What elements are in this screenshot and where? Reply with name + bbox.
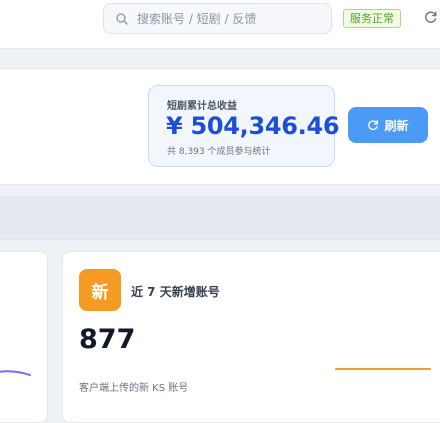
new-accounts-title: 近 7 天新增账号 <box>131 285 220 299</box>
stat-card-partial <box>0 251 48 423</box>
refresh-icon <box>368 120 379 131</box>
earnings-label: 短剧累计总收益 <box>167 101 237 112</box>
new-accounts-card: 新 近 7 天新增账号 877 客户端上传的新 KS 账号 <box>62 251 440 423</box>
total-earnings-card: 短剧累计总收益 ¥ 504,346.46 共 8,393 个成员参与统计 <box>148 85 340 167</box>
refresh-button-label: 刷新 <box>384 118 409 133</box>
new-badge-icon: 新 <box>79 269 121 311</box>
earnings-amount: ¥ 504,346.46 <box>166 112 340 140</box>
new-accounts-count: 877 <box>79 324 136 355</box>
search-box[interactable] <box>103 3 332 34</box>
section-divider-band <box>0 196 440 240</box>
search-input[interactable] <box>135 10 319 27</box>
search-icon <box>116 12 128 25</box>
summary-header: 短剧累计总收益 ¥ 504,346.46 共 8,393 个成员参与统计 刷新 <box>0 68 440 185</box>
refresh-icon[interactable] <box>424 10 438 24</box>
sparkline-chart <box>0 370 31 376</box>
top-bar: 服务正常 <box>0 0 440 49</box>
service-status-badge: 服务正常 <box>343 9 401 28</box>
earnings-member-note: 共 8,393 个成员参与统计 <box>167 147 271 157</box>
new-accounts-description: 客户端上传的新 KS 账号 <box>79 383 189 394</box>
sparkline-line <box>335 368 431 370</box>
refresh-button[interactable]: 刷新 <box>348 107 428 143</box>
